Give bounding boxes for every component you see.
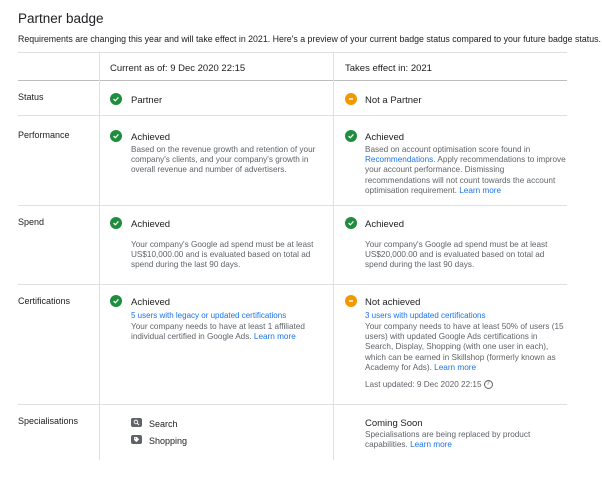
specialisations-learn-more-link[interactable]: Learn more [410, 440, 452, 449]
tag-icon [131, 435, 142, 444]
performance-current-status: Achieved [131, 132, 171, 143]
minus-circle-icon [345, 93, 357, 105]
spend-current-description: Your company's Google ad spend must be a… [131, 240, 314, 270]
minus-circle-icon [345, 295, 357, 307]
row-label-specialisations: Specialisations [18, 416, 79, 426]
column-header-future: Takes effect in: 2021 [345, 63, 432, 74]
specialisation-item-shopping: Shopping [149, 436, 188, 446]
future-certified-users-link[interactable]: 3 users with updated certifications [365, 311, 486, 320]
certifications-current-status: Achieved [131, 297, 171, 308]
future-status: Not a Partner [365, 95, 422, 106]
divider [18, 205, 567, 206]
performance-future-description: Based on account optimisation score foun… [365, 145, 570, 196]
divider [18, 52, 567, 53]
certifications-future-description: Your company needs to have at least 50% … [365, 322, 565, 373]
row-label-performance: Performance [18, 130, 70, 140]
spend-future-description: Your company's Google ad spend must be a… [365, 240, 548, 270]
certifications-future-status: Not achieved [365, 297, 421, 308]
certifications-future-learn-more-link[interactable]: Learn more [434, 363, 476, 372]
certifications-current-learn-more-link[interactable]: Learn more [254, 332, 296, 341]
specialisations-future-description: Specialisations are being replaced by pr… [365, 430, 565, 450]
current-status: Partner [131, 95, 163, 106]
spend-current-status: Achieved [131, 219, 171, 230]
specialisation-item-search: Search [149, 419, 178, 429]
check-circle-icon [110, 217, 122, 229]
divider [18, 80, 567, 81]
recommendations-link[interactable]: Recommendations [365, 155, 433, 164]
current-certified-users-link[interactable]: 5 users with legacy or updated certifica… [131, 311, 286, 320]
spend-future-status: Achieved [365, 219, 405, 230]
divider [18, 284, 567, 285]
search-icon [131, 418, 142, 427]
check-circle-icon [345, 217, 357, 229]
performance-current-description: Based on the revenue growth and retentio… [131, 145, 316, 175]
page-title: Partner badge [18, 11, 104, 26]
certifications-current-description: Your company needs to have at least 1 af… [131, 322, 331, 342]
column-header-current: Current as of: 9 Dec 2020 22:15 [110, 63, 246, 74]
row-label-status: Status [18, 92, 44, 102]
certifications-last-updated: Last updated: 9 Dec 2020 22:15? [365, 380, 565, 390]
last-updated-text: Last updated: 9 Dec 2020 22:15 [365, 380, 482, 389]
column-divider [99, 52, 100, 460]
row-label-spend: Spend [18, 217, 45, 227]
page-subtitle: Requirements are changing this year and … [18, 34, 601, 44]
divider [18, 115, 567, 116]
check-circle-icon [110, 130, 122, 142]
performance-future-desc-text: Based on account optimisation score foun… [365, 145, 531, 154]
row-label-certifications: Certifications [18, 296, 71, 306]
divider [18, 404, 567, 405]
column-divider [333, 52, 334, 460]
check-circle-icon [110, 93, 122, 105]
help-circle-icon[interactable]: ? [483, 380, 493, 390]
performance-learn-more-link[interactable]: Learn more [459, 186, 501, 195]
specialisations-future-status: Coming Soon [365, 418, 423, 429]
check-circle-icon [110, 295, 122, 307]
performance-future-status: Achieved [365, 132, 405, 143]
check-circle-icon [345, 130, 357, 142]
